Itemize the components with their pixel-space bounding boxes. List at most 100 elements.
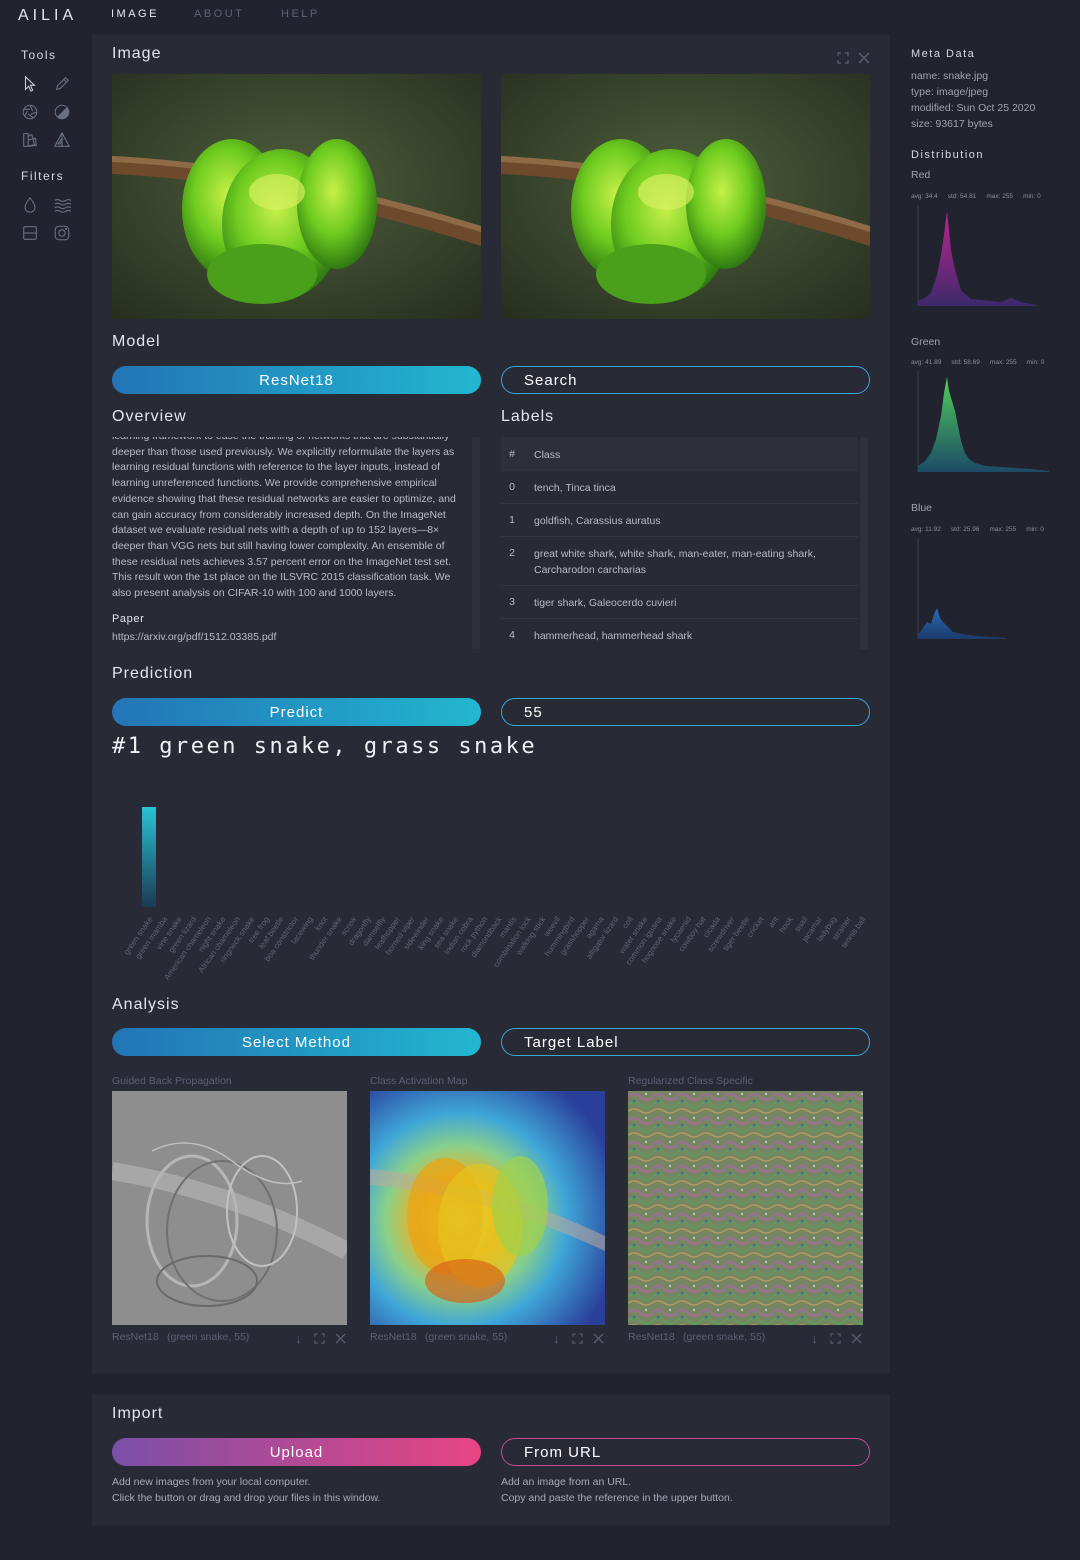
- prediction-tick-label: hook: [778, 914, 796, 934]
- stat-max: max: 255: [986, 193, 1014, 200]
- close-icon[interactable]: [858, 51, 870, 64]
- dist-green-stats: avg: 41.89 std: 58.69 max: 255 min: 0: [911, 359, 1054, 366]
- filters-title: Filters: [21, 169, 65, 183]
- labels-table: # Class 0 tench, Tinca tinca 1 goldfish,…: [501, 437, 858, 649]
- label-row[interactable]: 0 tench, Tinca tinca: [501, 471, 858, 504]
- stat-std: std: 58.69: [951, 359, 980, 366]
- meta-name: name: snake.jpg: [911, 70, 989, 82]
- histogram-green: [917, 371, 1049, 472]
- label-row[interactable]: 1 goldfish, Carassius auratus: [501, 504, 858, 537]
- expand-icon[interactable]: [313, 1332, 326, 1345]
- meta-type: type: image/jpeg: [911, 86, 989, 98]
- upload-description: Add new images from your local computer.…: [112, 1474, 380, 1506]
- model-search-input[interactable]: Search: [501, 366, 870, 394]
- expand-icon[interactable]: [829, 1332, 842, 1345]
- label-class: great white shark, white shark, man-eate…: [534, 548, 816, 576]
- download-icon[interactable]: ↓: [808, 1332, 821, 1345]
- download-icon[interactable]: ↓: [550, 1332, 563, 1345]
- stat-avg: avg: 11.92: [911, 526, 941, 533]
- prediction-bar-chart: green snakegreen mambavine snakegreen li…: [122, 807, 868, 982]
- label-row[interactable]: 2 great white shark, white shark, man-ea…: [501, 537, 858, 586]
- label-class: tench, Tinca tinca: [534, 482, 616, 494]
- expand-icon[interactable]: [837, 51, 849, 64]
- waves-icon[interactable]: [52, 195, 72, 215]
- import-panel: Import Upload From URL Add new images fr…: [92, 1394, 890, 1526]
- labels-header-num: #: [509, 448, 515, 460]
- stat-std: std: 25.96: [950, 526, 980, 533]
- url-desc-line: Copy and paste the reference in the uppe…: [501, 1492, 733, 1504]
- prediction-value-input[interactable]: 55: [501, 698, 870, 726]
- overview-panel: learning framework to ease the training …: [112, 437, 472, 649]
- stat-avg: avg: 41.89: [911, 359, 942, 366]
- select-method-button[interactable]: Select Method: [112, 1028, 481, 1056]
- nav-help[interactable]: HELP: [281, 8, 320, 20]
- aperture-icon[interactable]: [20, 102, 40, 122]
- nav-image[interactable]: IMAGE: [111, 8, 159, 20]
- instagram-icon[interactable]: [52, 223, 72, 243]
- prediction-tick-label: cricket: [745, 914, 766, 939]
- from-url-input[interactable]: From URL: [501, 1438, 870, 1466]
- upload-button[interactable]: Upload: [112, 1438, 481, 1466]
- label-num: 4: [509, 629, 515, 641]
- contrast-icon[interactable]: [52, 102, 72, 122]
- app-logo: AILIA: [18, 7, 78, 24]
- stat-min: min: 0: [1026, 359, 1045, 366]
- download-icon[interactable]: ↓: [292, 1332, 305, 1345]
- card-actions: ↓: [292, 1332, 347, 1345]
- nav-about[interactable]: ABOUT: [194, 8, 244, 20]
- histogram-red: [917, 205, 1036, 306]
- dist-green-label: Green: [911, 336, 941, 348]
- card-model: ResNet18: [628, 1331, 675, 1343]
- dist-blue-stats: avg: 11.92 std: 25.96 max: 255 min: 0: [911, 526, 1054, 533]
- upload-desc-line: Add new images from your local computer.: [112, 1476, 311, 1488]
- overview-title: Overview: [112, 408, 187, 425]
- target-label-input[interactable]: Target Label: [501, 1028, 870, 1056]
- split-frame-icon[interactable]: [20, 223, 40, 243]
- color-swatches-icon[interactable]: [20, 130, 40, 150]
- url-description: Add an image from an URL. Copy and paste…: [501, 1474, 733, 1506]
- processed-image: [501, 74, 870, 319]
- pointer-icon[interactable]: [20, 74, 40, 94]
- card-model: ResNet18: [370, 1331, 417, 1343]
- drop-icon[interactable]: [20, 195, 40, 215]
- triangle-ruler-icon[interactable]: [52, 130, 72, 150]
- histogram-blue: [917, 538, 1006, 639]
- class-activation-map-image: [370, 1091, 605, 1325]
- labels-header: # Class: [501, 437, 858, 471]
- stat-max: max: 255: [989, 359, 1017, 366]
- distribution-title: Distribution: [911, 149, 985, 161]
- labels-header-class: Class: [534, 449, 561, 461]
- label-row[interactable]: 3 tiger shark, Galeocerdo cuvieri: [501, 586, 858, 619]
- card-model: ResNet18: [112, 1331, 159, 1343]
- main-panel: Image Model ResNet18 Search Overview dee…: [92, 34, 890, 1374]
- label-num: 2: [509, 547, 515, 559]
- card-actions: ↓: [550, 1332, 605, 1345]
- expand-icon[interactable]: [571, 1332, 584, 1345]
- dist-red-label: Red: [911, 169, 931, 181]
- model-title: Model: [112, 333, 161, 350]
- url-desc-line: Add an image from an URL.: [501, 1476, 632, 1488]
- close-icon[interactable]: [334, 1332, 347, 1345]
- card-title: Class Activation Map: [370, 1075, 468, 1087]
- label-row[interactable]: 4 hammerhead, hammerhead shark: [501, 619, 858, 649]
- label-num: 3: [509, 596, 515, 608]
- card-label: (green snake, 55): [425, 1331, 508, 1343]
- label-num: 0: [509, 481, 515, 493]
- card-label: (green snake, 55): [167, 1331, 250, 1343]
- label-class: hammerhead, hammerhead shark: [534, 630, 693, 642]
- dist-blue-label: Blue: [911, 502, 933, 514]
- original-image: [112, 74, 481, 319]
- stat-min: min: 0: [1026, 526, 1044, 533]
- overview-scrollbar[interactable]: [472, 437, 480, 649]
- prediction-title: Prediction: [112, 665, 194, 682]
- labels-scrollbar[interactable]: [860, 437, 868, 649]
- top-nav: AILIA IMAGE ABOUT HELP: [0, 0, 1080, 30]
- close-icon[interactable]: [850, 1332, 863, 1345]
- predict-button[interactable]: Predict: [112, 698, 481, 726]
- paper-link[interactable]: https://arxiv.org/pdf/1512.03385.pdf: [112, 630, 472, 646]
- close-icon[interactable]: [592, 1332, 605, 1345]
- overview-text: learning framework to ease the training …: [112, 437, 456, 600]
- upload-desc-line: Click the button or drag and drop your f…: [112, 1492, 381, 1504]
- model-select-button[interactable]: ResNet18: [112, 366, 481, 394]
- eyedropper-icon[interactable]: [52, 74, 72, 94]
